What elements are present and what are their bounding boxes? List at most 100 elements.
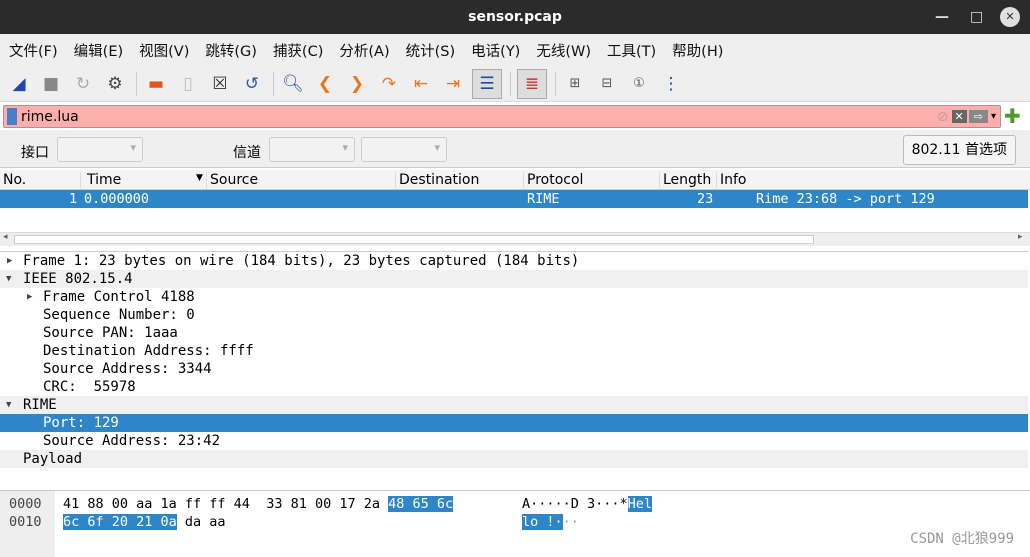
cell-info: Rime 23:68 -> port 129	[756, 191, 935, 207]
packet-row[interactable]: 1 0.000000 RIME 23 Rime 23:68 -> port 12…	[0, 190, 1028, 208]
cell-time: 0.000000	[84, 191, 150, 207]
menu-go[interactable]: 跳转(G)	[205, 40, 257, 61]
column-time[interactable]: Time ▼	[80, 172, 206, 190]
colorize-icon[interactable]: ≣	[517, 68, 547, 99]
column-no[interactable]: No.	[0, 172, 26, 190]
hex-bytes-selected: 48 65 6c	[388, 496, 454, 512]
tree-item-rime[interactable]: ▼ RIME	[0, 396, 1028, 414]
packet-list-scrollbar[interactable]: ◂ ▸	[0, 232, 1030, 246]
clear-filter-icon[interactable]: ⊘	[937, 109, 949, 125]
packet-list-header: No. Time ▼ Source Destination Protocol Le…	[0, 170, 1030, 190]
menu-analyze[interactable]: 分析(A)	[339, 40, 389, 61]
menu-capture[interactable]: 捕获(C)	[273, 40, 323, 61]
ascii-line[interactable]: lo !···	[522, 513, 579, 531]
menu-help[interactable]: 帮助(H)	[672, 40, 723, 61]
menu-edit[interactable]: 编辑(E)	[74, 40, 123, 61]
tree-label: Payload	[23, 451, 83, 467]
close-file-icon[interactable]: ☒	[207, 71, 233, 97]
display-filter-input[interactable]	[17, 108, 937, 125]
tree-label: RIME	[23, 397, 57, 413]
zoom-out-icon[interactable]: ⊟	[594, 71, 620, 97]
find-icon[interactable]: 🔍︎	[280, 71, 306, 97]
tree-label: Source Address: 3344	[43, 361, 212, 377]
resize-columns-icon[interactable]: ⋮	[658, 71, 684, 97]
tree-item-payload[interactable]: Payload	[0, 450, 1028, 468]
tree-label: IEEE 802.15.4	[23, 271, 133, 287]
tree-item-frame-control[interactable]: ▶ Frame Control 4188	[0, 288, 1028, 306]
forward-icon[interactable]: ❯	[344, 71, 370, 97]
scroll-right-icon[interactable]: ▸	[1018, 232, 1023, 242]
options-gear-icon[interactable]: ⚙	[102, 71, 128, 97]
tree-item-rime-source[interactable]: Source Address: 23:42	[0, 432, 1028, 450]
apply-filter-icon[interactable]: ⇨	[968, 110, 988, 123]
shark-fin-icon[interactable]: ◢	[6, 71, 32, 97]
tree-label: CRC: 55978	[43, 379, 136, 395]
back-icon[interactable]: ❮	[312, 71, 338, 97]
normal-size-icon[interactable]: ①	[626, 71, 652, 97]
packet-bytes-pane: 0000 0010 41 88 00 aa 1a ff ff 44 33 81 0…	[0, 490, 1030, 557]
main-toolbar: ◢ ■ ↻ ⚙ ▬ ▯ ☒ ↺ 🔍︎ ❮ ❯ ↷ ⇤ ⇥ ☰ ≣ ⊞ ⊟ ① ⋮	[0, 66, 1030, 102]
ascii-bytes-selected: lo !·	[522, 514, 563, 530]
menu-telephony[interactable]: 电话(Y)	[471, 40, 520, 61]
menu-wireless[interactable]: 无线(W)	[536, 40, 591, 61]
menu-statistics[interactable]: 统计(S)	[406, 40, 456, 61]
autoscroll-icon[interactable]: ☰	[472, 68, 502, 99]
collapse-arrow-icon[interactable]: ▼	[6, 396, 11, 414]
tree-label: Source Address: 23:42	[43, 433, 221, 449]
expand-arrow-icon[interactable]: ▶	[7, 252, 12, 270]
ascii-bytes: A·····D 3···*	[522, 496, 628, 512]
open-folder-icon[interactable]: ▬	[143, 71, 169, 97]
goto-icon[interactable]: ↷	[376, 71, 402, 97]
offset: 0010	[9, 514, 42, 530]
menu-tools[interactable]: 工具(T)	[607, 40, 656, 61]
scroll-left-icon[interactable]: ◂	[3, 232, 8, 242]
tree-item-sequence[interactable]: Sequence Number: 0	[0, 306, 1028, 324]
last-icon[interactable]: ⇥	[440, 71, 466, 97]
collapse-arrow-icon[interactable]: ▼	[6, 270, 11, 288]
zoom-in-icon[interactable]: ⊞	[562, 71, 588, 97]
scrollbar-thumb[interactable]	[14, 235, 814, 244]
channel-label: 信道	[233, 145, 261, 161]
hex-bytes: da aa	[176, 514, 226, 530]
80211-preferences-button[interactable]: 802.11 首选项	[902, 135, 1016, 165]
filter-dropdown-icon[interactable]: ▾	[991, 111, 996, 122]
channel-type-select[interactable]	[361, 137, 447, 162]
ascii-bytes-selected: Hel	[627, 496, 653, 512]
hex-line[interactable]: 41 88 00 aa 1a ff ff 44 33 81 00 17 2a 4…	[63, 495, 454, 513]
close-filter-icon[interactable]: ✕	[951, 110, 967, 123]
stop-icon[interactable]: ■	[38, 71, 64, 97]
hex-line[interactable]: 6c 6f 20 21 0a da aa	[63, 513, 226, 531]
channel-select[interactable]	[269, 137, 355, 162]
add-filter-button-icon[interactable]: ✚	[1004, 104, 1021, 128]
minimize-button[interactable]: —	[935, 0, 949, 34]
sort-arrow-icon: ▼	[196, 173, 203, 183]
tree-item-crc[interactable]: CRC: 55978	[0, 378, 1028, 396]
expand-arrow-icon[interactable]: ▶	[27, 288, 32, 306]
column-info[interactable]: Info	[716, 172, 747, 190]
restart-icon[interactable]: ↻	[70, 71, 96, 97]
tree-item-destination[interactable]: Destination Address: ffff	[0, 342, 1028, 360]
close-button[interactable]: ✕	[1000, 7, 1020, 27]
column-length[interactable]: Length	[659, 172, 711, 190]
menu-view[interactable]: 视图(V)	[139, 40, 189, 61]
menu-file[interactable]: 文件(F)	[9, 40, 58, 61]
column-protocol[interactable]: Protocol	[523, 172, 583, 190]
tree-item-ieee802154[interactable]: ▼ IEEE 802.15.4	[0, 270, 1028, 288]
bookmark-icon[interactable]	[7, 108, 17, 125]
first-icon[interactable]: ⇤	[408, 71, 434, 97]
tree-item-frame[interactable]: ▶ Frame 1: 23 bytes on wire (184 bits), 2…	[0, 252, 1028, 270]
maximize-button[interactable]: □	[970, 0, 983, 34]
file-icon[interactable]: ▯	[175, 71, 201, 97]
reload-icon[interactable]: ↺	[239, 71, 265, 97]
cell-no: 1	[69, 191, 78, 207]
tree-item-port[interactable]: Port: 129	[0, 414, 1028, 432]
ascii-line[interactable]: A·····D 3···*Hel	[522, 495, 653, 513]
column-destination[interactable]: Destination	[395, 172, 479, 190]
tree-item-source-address[interactable]: Source Address: 3344	[0, 360, 1028, 378]
column-source[interactable]: Source	[206, 172, 258, 190]
tree-label: Frame 1: 23 bytes on wire (184 bits), 23…	[23, 253, 580, 269]
packet-details-tree: ▶ Frame 1: 23 bytes on wire (184 bits), 2…	[0, 251, 1028, 487]
tree-item-source-pan[interactable]: Source PAN: 1aaa	[0, 324, 1028, 342]
title-bar: sensor.pcap — □ ✕	[0, 0, 1030, 34]
interface-select[interactable]	[57, 137, 143, 162]
